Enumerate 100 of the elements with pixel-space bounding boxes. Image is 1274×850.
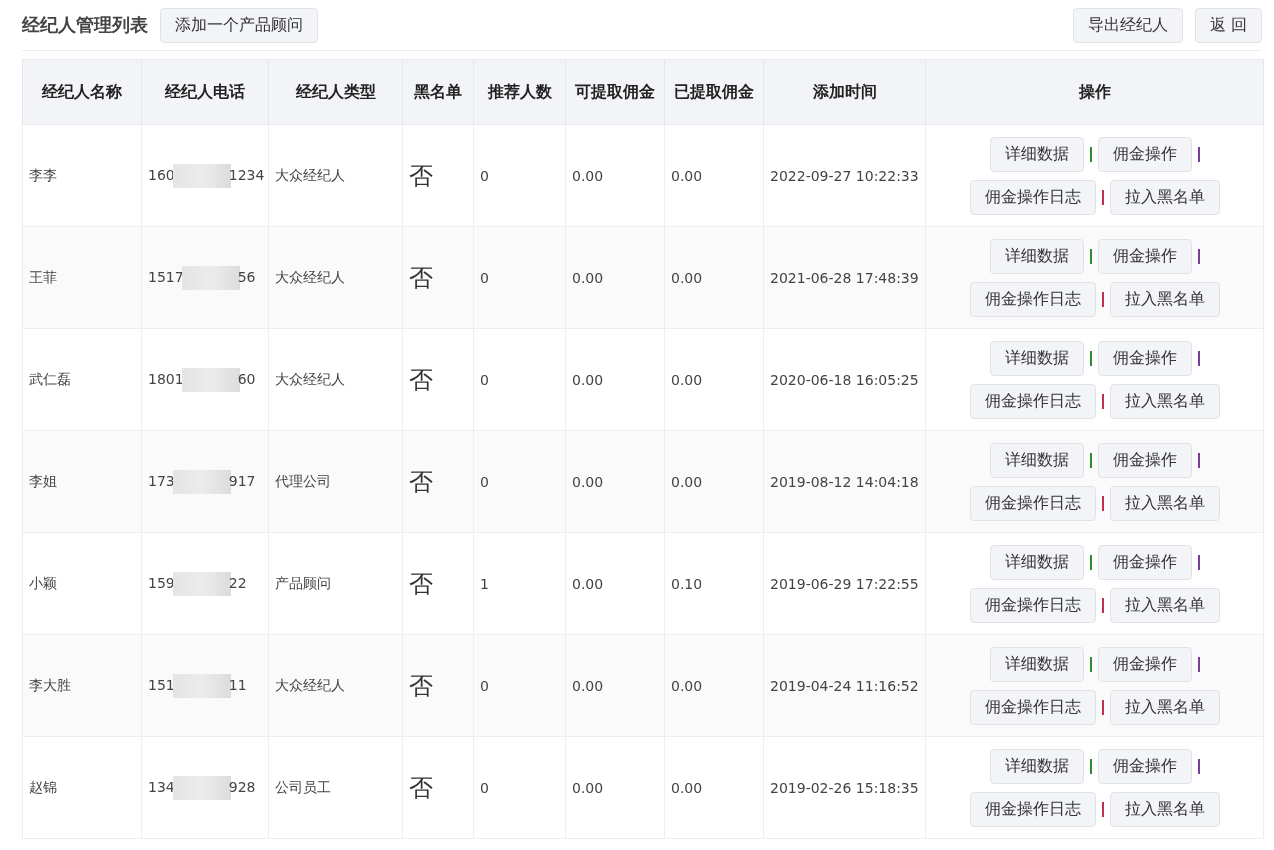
action-button[interactable]: 佣金操作日志 (969, 383, 1096, 419)
phone-end: 60 (237, 370, 256, 387)
column-header: 黑名单 (413, 81, 463, 103)
action-button[interactable]: 详细数据 (989, 442, 1084, 478)
phone-start: 173 (148, 472, 175, 489)
column-header: 添加时间 (811, 81, 878, 103)
action-button[interactable]: 佣金操作 (1097, 646, 1192, 682)
action-button[interactable]: 佣金操作日志 (969, 485, 1096, 521)
phone-end: 56 (237, 268, 256, 285)
blur-patch (181, 367, 240, 392)
action-button[interactable]: 详细数据 (989, 646, 1084, 682)
table-cell: 否 (409, 773, 433, 802)
action-button[interactable]: 佣金操作 (1097, 544, 1192, 580)
table-cell: 0.00 (671, 473, 703, 490)
action-button[interactable]: 佣金操作日志 (969, 281, 1096, 317)
action-button[interactable]: 佣金操作日志 (969, 791, 1096, 827)
action-button[interactable]: 佣金操作 (1097, 238, 1192, 274)
table-cell: 大众经纪人 (275, 370, 345, 387)
table-cell: 0.00 (671, 677, 703, 694)
table-cell: 否 (409, 467, 433, 496)
action-button[interactable]: 佣金操作 (1097, 136, 1192, 172)
table-cell: 否 (409, 161, 433, 190)
blur-patch (172, 469, 231, 494)
table-cell: 否 (409, 671, 433, 700)
action-button[interactable]: 详细数据 (989, 136, 1084, 172)
table-cell: 0 (480, 167, 489, 184)
table-cell: 代理公司 (275, 472, 331, 489)
table-cell: 0.00 (572, 269, 604, 286)
action-button[interactable]: 拉入黑名单 (1109, 281, 1220, 317)
table-cell: 武仁磊 (29, 370, 71, 387)
column-header: 经纪人电话 (164, 81, 246, 103)
table-cell: 2019-02-26 15:18:35 (770, 779, 919, 796)
action-button[interactable]: 拉入黑名单 (1109, 179, 1220, 215)
add-advisor-button[interactable]: 添加一个产品顾问 (160, 7, 318, 43)
column-header: 经纪人类型 (294, 81, 377, 103)
table-cell: 李大胜 (29, 676, 71, 693)
action-button[interactable]: 详细数据 (989, 238, 1084, 274)
phone-start: 159 (148, 574, 175, 591)
table-cell: 否 (409, 569, 433, 598)
table-cell: 大众经纪人 (275, 166, 345, 183)
page-title: 经纪人管理列表 (22, 13, 148, 37)
export-button[interactable]: 导出经纪人 (1072, 7, 1183, 43)
table-cell: 0.00 (671, 371, 703, 388)
column-header: 已提取佣金 (673, 81, 755, 103)
column-header: 推荐人数 (486, 81, 553, 103)
table-cell: 否 (409, 263, 433, 292)
column-header: 操作 (1077, 81, 1112, 103)
table-cell: 大众经纪人 (275, 268, 345, 285)
phone-start: 151 (148, 676, 175, 693)
table-cell: 0 (480, 269, 489, 286)
back-button[interactable]: 返 回 (1194, 7, 1262, 43)
action-button[interactable]: 佣金操作 (1097, 442, 1192, 478)
action-button[interactable]: 详细数据 (989, 340, 1084, 376)
phone-end: 917 (228, 472, 256, 489)
action-button[interactable]: 佣金操作 (1097, 340, 1192, 376)
table-cell: 2019-08-12 14:04:18 (770, 473, 919, 490)
table-cell: 小颖 (29, 574, 57, 591)
action-button[interactable]: 详细数据 (989, 748, 1084, 784)
phone-start: 1801 (148, 370, 184, 387)
action-button[interactable]: 详细数据 (989, 544, 1084, 580)
action-button[interactable]: 佣金操作日志 (969, 689, 1096, 725)
phone-end: 22 (228, 574, 247, 591)
phone-end: 928 (228, 778, 256, 795)
table-cell: 大众经纪人 (275, 676, 345, 693)
table-cell: 0 (480, 371, 489, 388)
blur-patch (172, 673, 231, 698)
table-cell: 0.00 (572, 371, 604, 388)
column-header: 经纪人名称 (41, 81, 123, 103)
table-cell: 2021-06-28 17:48:39 (770, 269, 919, 286)
blur-patch (181, 265, 240, 290)
phone-end: 1234 (228, 166, 265, 183)
action-button[interactable]: 佣金操作日志 (969, 179, 1096, 215)
table-cell: 0 (480, 779, 489, 796)
table-cell: 李姐 (29, 472, 57, 489)
table-cell: 0.00 (671, 779, 703, 796)
table-cell: 2022-09-27 10:22:33 (770, 167, 919, 184)
table-cell: 2020-06-18 16:05:25 (770, 371, 919, 388)
phone-start: 1517 (148, 268, 184, 285)
table-cell: 0 (480, 677, 489, 694)
table-cell: 0.00 (572, 779, 604, 796)
action-button[interactable]: 拉入黑名单 (1109, 689, 1220, 725)
phone-start: 160 (148, 166, 175, 183)
phone-end: 11 (228, 676, 247, 693)
action-button[interactable]: 拉入黑名单 (1109, 587, 1220, 623)
table-cell: 0.00 (572, 167, 604, 184)
blur-patch (172, 163, 231, 188)
action-button[interactable]: 拉入黑名单 (1109, 485, 1220, 521)
table-cell: 产品顾问 (275, 574, 331, 591)
table-cell: 0 (480, 473, 489, 490)
phone-start: 134 (148, 778, 175, 795)
table-cell: 0.00 (671, 269, 703, 286)
table-cell: 否 (409, 365, 433, 394)
table-cell: 2019-06-29 17:22:55 (770, 575, 919, 592)
action-button[interactable]: 拉入黑名单 (1109, 383, 1220, 419)
column-header: 可提取佣金 (574, 81, 656, 103)
action-button[interactable]: 佣金操作日志 (969, 587, 1096, 623)
action-button[interactable]: 拉入黑名单 (1109, 791, 1220, 827)
action-button[interactable]: 佣金操作 (1097, 748, 1192, 784)
table-cell: 王菲 (29, 268, 57, 285)
table-cell: 0.10 (671, 575, 703, 592)
